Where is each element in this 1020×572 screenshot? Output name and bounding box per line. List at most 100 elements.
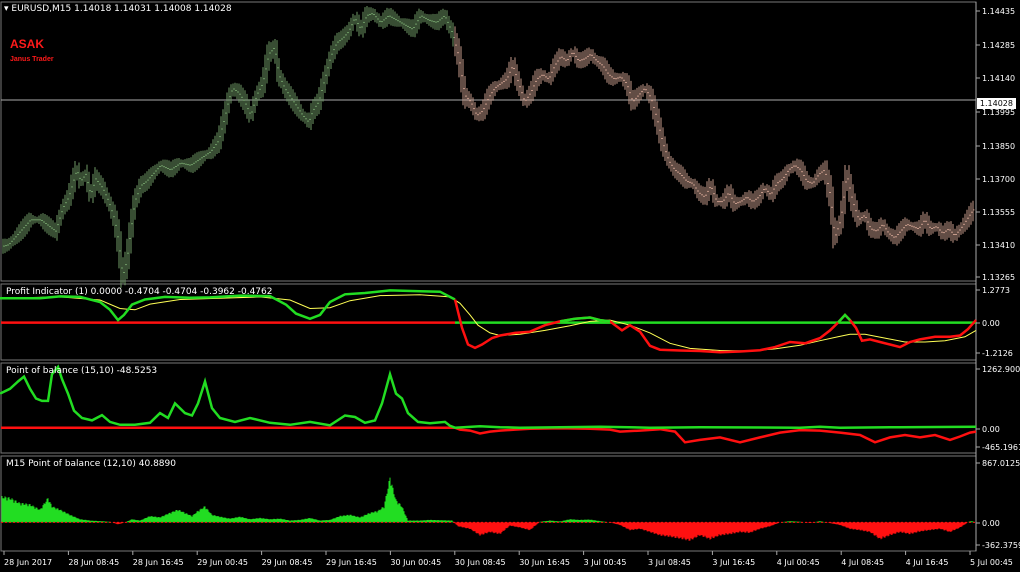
price-bar: [740, 196, 743, 206]
price-bar: [786, 164, 789, 182]
price-bar: [862, 212, 865, 222]
pob-red-line: [454, 426, 977, 444]
price-bar: [656, 101, 659, 135]
price-bar: [970, 202, 973, 225]
price-bar: [502, 74, 505, 90]
price-bar: [910, 221, 913, 230]
price-bar: [326, 58, 329, 85]
price-bar: [742, 194, 745, 206]
price-bar: [488, 85, 491, 110]
price-bar: [114, 204, 117, 238]
price-bar: [310, 103, 313, 130]
triangle-down-icon[interactable]: ▾: [4, 4, 9, 14]
price-bar: [750, 191, 753, 210]
price-bar: [846, 169, 849, 191]
price-bar: [868, 212, 871, 236]
profit-indicator-title: Profit Indicator (1) 0.0000 -0.4704 -0.4…: [6, 287, 273, 297]
price-bar: [456, 33, 459, 65]
price-bar: [416, 11, 419, 34]
price-bar: [334, 35, 337, 60]
price-bar: [790, 163, 793, 174]
price-panel[interactable]: [1, 6, 976, 288]
price-bar: [366, 6, 369, 28]
price-bar: [148, 169, 151, 189]
price-bar: [138, 178, 141, 204]
price-bar: [106, 187, 109, 207]
price-bar: [792, 160, 795, 174]
price-bar: [130, 208, 133, 254]
price-bar: [384, 10, 387, 28]
price-bar: [746, 192, 749, 204]
price-bar: [166, 159, 169, 177]
price-bar: [424, 13, 427, 23]
price-bar: [398, 15, 401, 27]
profit-indicator-panel[interactable]: [0, 289, 977, 354]
symbol-header[interactable]: ▾ EURUSD,M15 1.14018 1.14031 1.14008 1.1…: [4, 4, 232, 14]
x-tick-label: 29 Jun 16:45: [326, 558, 377, 567]
price-bar: [482, 99, 485, 121]
price-bar: [826, 160, 829, 198]
x-tick-label: 30 Jun 00:45: [390, 558, 441, 567]
price-bar: [968, 206, 971, 228]
price-bar: [480, 104, 483, 121]
price-bar: [6, 238, 9, 252]
price-bar: [822, 162, 825, 181]
price-bar: [170, 161, 173, 177]
price-bar: [564, 51, 567, 68]
point-of-balance-panel[interactable]: [0, 364, 977, 444]
price-bar: [714, 185, 717, 207]
price-bar: [682, 166, 685, 187]
price-bar: [290, 86, 293, 109]
price-bar: [92, 173, 95, 203]
price-bar: [936, 223, 939, 232]
profit-main-line-up: [559, 316, 611, 323]
price-bar: [210, 143, 213, 160]
price-bar: [438, 11, 441, 31]
price-bar: [712, 179, 715, 203]
price-bar: [240, 84, 243, 107]
price-bar: [2, 238, 5, 254]
price-bar: [112, 201, 115, 226]
price-bar: [122, 257, 125, 284]
y-tick-label: 867.0125: [982, 459, 1020, 468]
price-bar: [778, 172, 781, 192]
price-bar: [266, 44, 269, 84]
price-bar: [638, 86, 641, 104]
price-bar: [202, 150, 205, 164]
price-bar: [198, 151, 201, 169]
y-tick-label: 1.14140: [982, 74, 1015, 83]
price-bar: [730, 184, 733, 209]
price-bar: [552, 58, 555, 82]
price-bar: [104, 181, 107, 204]
price-bar: [702, 186, 705, 205]
price-bar: [410, 19, 413, 37]
price-bar: [60, 204, 63, 226]
price-bar: [570, 48, 573, 62]
price-bar: [860, 212, 863, 225]
price-bar: [626, 73, 629, 97]
price-bar: [650, 85, 653, 111]
price-bar: [140, 176, 143, 198]
price-bar: [548, 71, 551, 84]
price-bar: [312, 99, 315, 124]
price-bar: [644, 85, 647, 94]
price-bar: [728, 186, 731, 203]
price-bar: [328, 51, 331, 77]
price-bar: [496, 81, 499, 93]
price-bar: [62, 198, 65, 220]
price-bar: [340, 30, 343, 50]
price-bar: [280, 70, 283, 89]
price-bar: [954, 228, 957, 241]
price-bar: [578, 52, 581, 69]
price-bar: [474, 102, 477, 120]
price-bar: [42, 213, 45, 230]
price-bar: [418, 8, 421, 30]
price-bar: [172, 159, 175, 178]
price-bar: [52, 220, 55, 238]
x-tick-label: 4 Jul 16:45: [906, 558, 949, 567]
price-bar: [174, 158, 177, 176]
m15-point-of-balance-panel[interactable]: [1, 477, 976, 541]
price-bar: [224, 101, 227, 134]
y-tick-label: 1.13995: [982, 108, 1015, 117]
price-bar: [636, 87, 639, 107]
